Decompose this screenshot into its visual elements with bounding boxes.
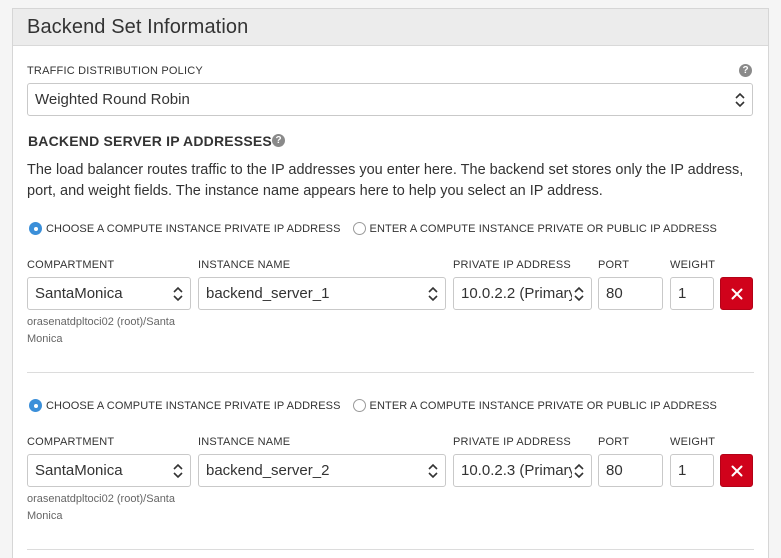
radio-private-ip-1[interactable] — [29, 222, 42, 235]
radio-public-ip-label-2[interactable]: ENTER A COMPUTE INSTANCE PRIVATE OR PUBL… — [370, 400, 717, 412]
chevron-updown-icon — [428, 463, 438, 478]
instance-name-select-1[interactable]: backend_server_1 — [198, 277, 446, 310]
compartment-select-2[interactable]: SantaMonica — [27, 454, 191, 487]
servers-description-line1: The load balancer routes traffic to the … — [27, 162, 744, 178]
radio-private-ip-label-2[interactable]: CHOOSE A COMPUTE INSTANCE PRIVATE IP ADD… — [46, 400, 341, 412]
policy-help-icon[interactable]: ? — [739, 64, 752, 77]
backend-1-ip-mode: CHOOSE A COMPUTE INSTANCE PRIVATE IP ADD… — [29, 222, 729, 235]
private-ip-select-2[interactable]: 10.0.2.3 (Primary — [453, 454, 592, 487]
weight-label-2: WEIGHT — [670, 436, 716, 448]
compartment-label-1: COMPARTMENT — [27, 259, 115, 271]
compartment-path-line2-1: Monica — [27, 333, 63, 345]
row-divider-2 — [27, 549, 754, 550]
instance-name-select-2[interactable]: backend_server_2 — [198, 454, 446, 487]
chevron-updown-icon — [735, 92, 745, 107]
chevron-updown-icon — [173, 286, 183, 301]
radio-private-ip-label-1[interactable]: CHOOSE A COMPUTE INSTANCE PRIVATE IP ADD… — [46, 223, 341, 235]
chevron-updown-icon — [574, 463, 584, 478]
private-ip-label-1: PRIVATE IP ADDRESS — [453, 259, 571, 271]
instance-name-label-2: INSTANCE NAME — [198, 436, 291, 448]
close-icon — [731, 288, 742, 299]
weight-input-1[interactable]: 1 — [670, 277, 714, 310]
private-ip-select-1[interactable]: 10.0.2.2 (Primary — [453, 277, 592, 310]
servers-description-line2: port, and weight fields. The instance na… — [27, 183, 603, 199]
radio-public-ip-2[interactable] — [352, 399, 366, 412]
backend-2-ip-mode: CHOOSE A COMPUTE INSTANCE PRIVATE IP ADD… — [29, 399, 729, 412]
compartment-path-line1-2: orasenatdpltoci02 (root)/Santa — [27, 493, 175, 505]
radio-public-ip-1[interactable] — [352, 222, 366, 235]
weight-label-1: WEIGHT — [670, 259, 716, 271]
compartment-path-2: orasenatdpltoci02 (root)/Santa Monica — [27, 491, 175, 525]
panel-title: Backend Set Information — [27, 15, 249, 38]
row-divider-1 — [27, 372, 754, 373]
weight-input-2[interactable]: 1 — [670, 454, 714, 487]
servers-help-icon[interactable]: ? — [272, 134, 285, 147]
instance-name-value-2: backend_server_2 — [206, 462, 330, 479]
policy-value: Weighted Round Robin — [35, 91, 190, 108]
port-input-2[interactable]: 80 — [598, 454, 663, 487]
chevron-updown-icon — [173, 463, 183, 478]
weight-value-2: 1 — [678, 462, 687, 479]
radio-public-ip-label-1[interactable]: ENTER A COMPUTE INSTANCE PRIVATE OR PUBL… — [370, 223, 717, 235]
compartment-path-line1-1: orasenatdpltoci02 (root)/Santa — [27, 316, 175, 328]
chevron-updown-icon — [574, 286, 584, 301]
compartment-path-1: orasenatdpltoci02 (root)/Santa Monica — [27, 314, 175, 348]
close-icon — [731, 465, 742, 476]
chevron-updown-icon — [428, 286, 438, 301]
compartment-label-2: COMPARTMENT — [27, 436, 115, 448]
panel-header: Backend Set Information — [13, 9, 768, 46]
servers-heading: BACKEND SERVER IP ADDRESSES — [28, 133, 272, 149]
compartment-value-1: SantaMonica — [35, 285, 123, 302]
policy-label: TRAFFIC DISTRIBUTION POLICY — [27, 65, 203, 77]
private-ip-value-1: 10.0.2.2 (Primary — [461, 285, 572, 302]
weight-value-1: 1 — [678, 285, 687, 302]
compartment-value-2: SantaMonica — [35, 462, 123, 479]
port-label-1: PORT — [598, 259, 630, 271]
instance-name-label-1: INSTANCE NAME — [198, 259, 291, 271]
policy-select[interactable]: Weighted Round Robin — [27, 83, 753, 116]
port-value-1: 80 — [606, 285, 623, 302]
private-ip-value-2: 10.0.2.3 (Primary — [461, 462, 572, 479]
radio-private-ip-2[interactable] — [29, 399, 42, 412]
remove-backend-button-1[interactable] — [720, 277, 753, 310]
port-label-2: PORT — [598, 436, 630, 448]
remove-backend-button-2[interactable] — [720, 454, 753, 487]
compartment-select-1[interactable]: SantaMonica — [27, 277, 191, 310]
servers-description: The load balancer routes traffic to the … — [27, 160, 767, 202]
private-ip-label-2: PRIVATE IP ADDRESS — [453, 436, 571, 448]
compartment-path-line2-2: Monica — [27, 510, 63, 522]
instance-name-value-1: backend_server_1 — [206, 285, 330, 302]
port-value-2: 80 — [606, 462, 623, 479]
port-input-1[interactable]: 80 — [598, 277, 663, 310]
